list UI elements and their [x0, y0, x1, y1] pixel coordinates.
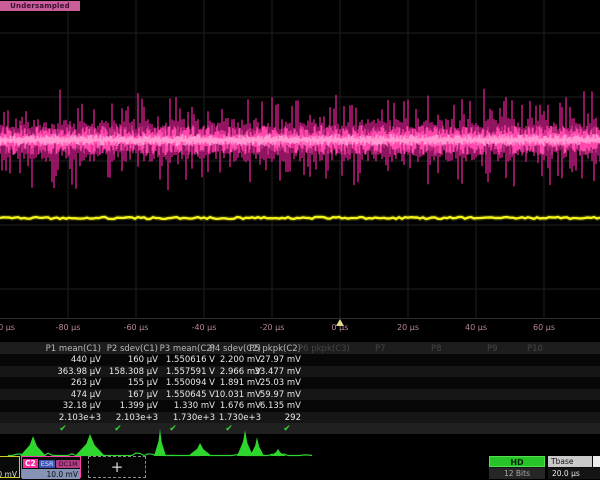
channel-c2-descriptor[interactable]: C2 ESR DC1M 10.0 mV: [21, 456, 81, 478]
measure-column-header-inactive[interactable]: P6 pkpk(C3): [298, 344, 350, 354]
x-tick-label: 0 µs: [310, 323, 370, 332]
c2-scale: 10.0 mV: [22, 469, 80, 479]
x-tick-label: -80 µs: [38, 323, 98, 332]
tbase-aux-cell: [593, 456, 600, 467]
measure-value: 25.03 mV: [211, 378, 301, 388]
x-tick-label: -100 µs: [0, 323, 30, 332]
tbase-scale: 20.0 µs: [548, 468, 600, 479]
c1-scale: 10.0 mV: [0, 469, 19, 479]
x-tick-label: 20 µs: [378, 323, 438, 332]
tbase-label: Tbase: [548, 456, 592, 467]
measure-column-header-inactive[interactable]: P10: [527, 344, 543, 354]
measure-value: 27.97 mV: [211, 355, 301, 365]
x-tick-label: -20 µs: [242, 323, 302, 332]
undersampled-badge: Undersampled: [0, 1, 80, 11]
waveform-traces: [0, 0, 600, 320]
measure-column-header-inactive[interactable]: P8: [431, 344, 442, 354]
hd-bits-label: 12 Bits: [489, 468, 545, 479]
histogram-trace: [0, 427, 600, 458]
x-axis-labels: -100 µs -80 µs -60 µs -40 µs -20 µs 0 µs 20 µs…: [0, 321, 600, 335]
measure-column-header-P5[interactable]: P5 pkpk(C2): [211, 344, 301, 354]
c2-coupling-badge: DC1M: [56, 460, 79, 468]
waveform-grid[interactable]: Undersampled: [0, 0, 600, 320]
oscilloscope-screen: Undersampled -100 µs -80 µs -60 µs -40 µs -2…: [0, 0, 600, 480]
measure-value: 292: [211, 413, 301, 423]
x-tick-label: -60 µs: [106, 323, 166, 332]
timebase-descriptor[interactable]: Tbase 20.0 µs: [548, 456, 600, 479]
channel-c1-descriptor[interactable]: DC1M 10.0 mV: [0, 456, 20, 478]
measure-value: 6.135 mV: [211, 401, 301, 411]
x-tick-label: 60 µs: [514, 323, 574, 332]
hd-badge: HD: [489, 456, 545, 467]
x-tick-label: -40 µs: [174, 323, 234, 332]
measurement-table[interactable]: P1 mean(C1)440 µV363.98 µV263 µV474 µV32…: [0, 342, 600, 434]
measure-column-header-inactive[interactable]: P7: [375, 344, 386, 354]
descriptor-bar: DC1M 10.0 mV C2 ESR DC1M 10.0 mV + HD 12…: [0, 456, 600, 480]
c2-label: C2: [23, 459, 38, 468]
hd-mode-indicator[interactable]: HD 12 Bits: [489, 456, 545, 479]
x-tick-label: 40 µs: [446, 323, 506, 332]
measure-column-header-inactive[interactable]: P9: [487, 344, 498, 354]
add-trace-button[interactable]: +: [88, 456, 146, 478]
c2-esr-badge: ESR: [39, 460, 56, 468]
measure-value: 59.97 mV: [211, 390, 301, 400]
measure-value: 33.477 mV: [211, 367, 301, 377]
